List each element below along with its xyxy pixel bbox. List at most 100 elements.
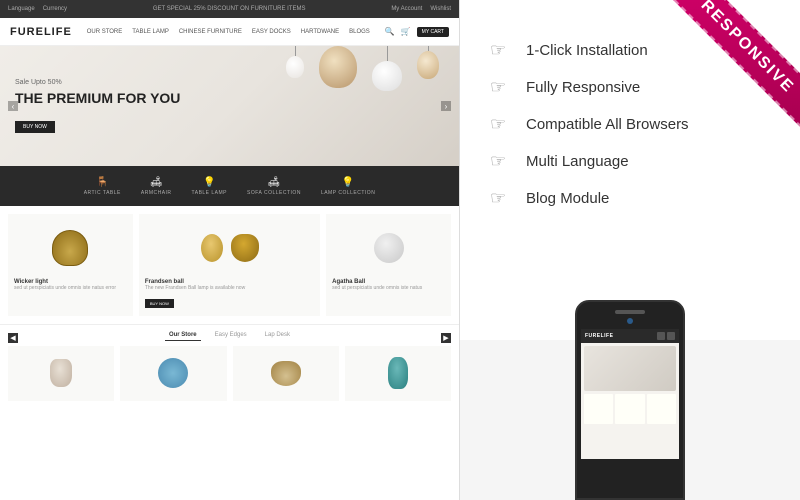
product-frandsen-img	[145, 220, 314, 275]
category-armchair[interactable]: 🛋 ARMCHAIR	[141, 177, 172, 196]
phone-screen: FURELIFE	[581, 329, 679, 459]
category-bar: 🪑 ARTIC TABLE 🛋 ARMCHAIR 💡 TABLE LAMP 🛋 …	[0, 166, 459, 206]
clock-shape	[158, 358, 188, 388]
product-row-1: Wicker light sed ut perspiciatis unde om…	[8, 214, 451, 316]
product-frandsen: Frandsen ball The new Frandsen Ball lamp…	[139, 214, 320, 316]
category-artic-table[interactable]: 🪑 ARTIC TABLE	[84, 177, 121, 196]
category-table-lamp[interactable]: 💡 TABLE LAMP	[192, 177, 227, 196]
phone-logo: FURELIFE	[585, 333, 613, 339]
hero-buy-btn[interactable]: BUY NOW	[15, 121, 55, 133]
product-agatha: Agatha Ball sed ut perspiciatis unde omn…	[326, 214, 451, 316]
basket-shape	[271, 361, 301, 386]
product-wicker-img	[14, 220, 127, 275]
currency-link[interactable]: Currency	[43, 6, 67, 12]
feature-responsive-icon: ☞	[490, 77, 512, 98]
responsive-ribbon: RESPONSIVE	[666, 0, 800, 128]
store-next-arrow[interactable]: ▶	[441, 333, 451, 343]
phone-screen-topbar: FURELIFE	[581, 329, 679, 343]
lamp-label: LAMP COLLECTION	[321, 190, 375, 196]
my-account-link[interactable]: My Account	[391, 6, 422, 12]
site-navigation: FURELIFE OUR STORE TABLE LAMP CHINESE FU…	[0, 18, 459, 46]
phone-hero-banner	[584, 346, 676, 391]
phone-camera	[627, 318, 633, 324]
artic-table-label: ARTIC TABLE	[84, 190, 121, 196]
phone-icon-2	[667, 332, 675, 340]
store-product-vase	[345, 346, 451, 401]
ribbon-container: RESPONSIVE	[640, 0, 800, 160]
phone-products	[584, 394, 676, 424]
sofa-icon: 🛋	[268, 177, 281, 188]
artic-table-icon: 🪑	[96, 177, 108, 188]
candle-shape	[50, 359, 72, 387]
feature-responsive-text: Fully Responsive	[526, 79, 640, 96]
hero-title: THE PREMIUM FOR YOU	[15, 90, 180, 107]
store-product-candle	[8, 346, 114, 401]
phone-mockup: FURELIFE	[575, 300, 685, 500]
nav-hartdwane[interactable]: HARTDWANE	[301, 29, 339, 35]
phone-product-3	[647, 394, 676, 424]
feature-blog-text: Blog Module	[526, 190, 609, 207]
store-prev-arrow[interactable]: ◀	[8, 333, 18, 343]
hero-content: Sale Upto 50% THE PREMIUM FOR YOU BUY NO…	[0, 64, 195, 148]
hero-decoration	[286, 46, 439, 91]
site-topbar: Language Currency GET SPECIAL 25% DISCOU…	[0, 0, 459, 18]
nav-actions: 🔍 🛒 MY CART	[385, 27, 449, 37]
tab-lap-desk[interactable]: Lap Desk	[261, 330, 294, 340]
feature-multilang-text: Multi Language	[526, 153, 629, 170]
store-navigation: ◀ Our Store Easy Edges Lap Desk ▶	[8, 330, 451, 346]
feature-blog: ☞ Blog Module	[490, 188, 770, 209]
phone-screen-icons	[657, 332, 675, 340]
cart-icon[interactable]: 🛒	[401, 27, 411, 36]
feature-1-click-icon: ☞	[490, 40, 512, 61]
store-product-row	[8, 346, 451, 401]
product-agatha-desc: sed ut perspiciatis unde omnis iste natu…	[332, 285, 445, 292]
nav-our-store[interactable]: OUR STORE	[87, 29, 123, 35]
phone-speaker	[615, 310, 645, 314]
category-sofa[interactable]: 🛋 SOFA COLLECTION	[247, 177, 301, 196]
phone-product-2	[615, 394, 644, 424]
nav-chinese-furniture[interactable]: CHINESE FURNITURE	[179, 29, 242, 35]
product-frandsen-btn[interactable]: BUY NOW	[145, 299, 174, 308]
vase-shape	[388, 357, 408, 389]
nav-blogs[interactable]: BLOGS	[349, 29, 370, 35]
store-product-clock	[120, 346, 226, 401]
wicker-shape	[52, 230, 88, 266]
cart-button[interactable]: MY CART	[417, 27, 449, 37]
armchair-icon: 🛋	[150, 177, 163, 188]
hero-next-arrow[interactable]: ›	[441, 101, 451, 111]
pendant-cage-shape	[231, 234, 259, 262]
feature-1-click-text: 1-Click Installation	[526, 42, 648, 59]
nav-table-lamp[interactable]: TABLE LAMP	[132, 29, 169, 35]
lamp-3	[372, 46, 402, 91]
topbar-promo: GET SPECIAL 25% DISCOUNT ON FURNITURE IT…	[67, 6, 391, 12]
product-section: Wicker light sed ut perspiciatis unde om…	[0, 206, 459, 324]
category-lamp[interactable]: 💡 LAMP COLLECTION	[321, 177, 375, 196]
hero-prev-arrow[interactable]: ‹	[8, 101, 18, 111]
sofa-label: SOFA COLLECTION	[247, 190, 301, 196]
store-tabs: Our Store Easy Edges Lap Desk	[165, 330, 294, 341]
tab-easy-edges[interactable]: Easy Edges	[211, 330, 251, 340]
product-wicker: Wicker light sed ut perspiciatis unde om…	[8, 214, 133, 316]
language-link[interactable]: Language	[8, 6, 35, 12]
armchair-label: ARMCHAIR	[141, 190, 172, 196]
features-panel: RESPONSIVE ☞ 1-Click Installation ☞ Full…	[460, 0, 800, 500]
wishlist-link[interactable]: Wishlist	[430, 6, 451, 12]
phone-content	[581, 343, 679, 459]
lamp-4	[417, 46, 439, 91]
feature-browsers-icon: ☞	[490, 114, 512, 135]
phone-section: FURELIFE	[460, 340, 800, 500]
agatha-ball-shape	[374, 233, 404, 263]
hero-sale-text: Sale Upto 50%	[15, 79, 180, 86]
hero-banner: ‹ Sale Upto 50% THE PREMIUM FOR YOU BUY …	[0, 46, 459, 166]
tab-our-store[interactable]: Our Store	[165, 330, 201, 341]
lamp-2	[319, 46, 357, 91]
store-section: ◀ Our Store Easy Edges Lap Desk ▶	[0, 324, 459, 406]
nav-easy-docks[interactable]: EASY DOCKS	[252, 29, 291, 35]
topbar-right: My Account Wishlist	[391, 6, 451, 12]
nav-links: OUR STORE TABLE LAMP CHINESE FURNITURE E…	[87, 29, 370, 35]
topbar-left: Language Currency	[8, 6, 67, 12]
table-lamp-icon: 💡	[203, 177, 215, 188]
phone-icon-1	[657, 332, 665, 340]
product-frandsen-desc: The new Frandsen Ball lamp is available …	[145, 285, 314, 292]
search-icon[interactable]: 🔍	[385, 27, 395, 36]
